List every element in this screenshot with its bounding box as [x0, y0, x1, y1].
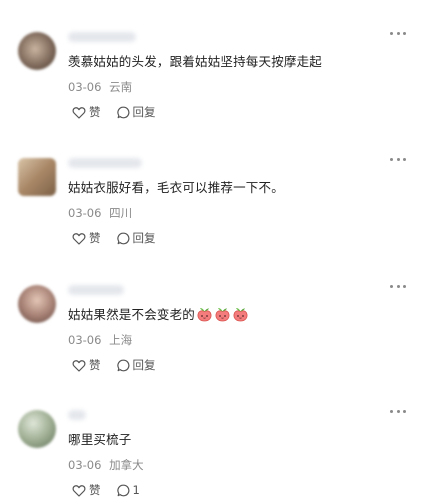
comment-meta: 03-06 加拿大	[68, 457, 144, 473]
more-dots-icon[interactable]	[390, 408, 406, 414]
comment-location: 四川	[109, 206, 133, 220]
more-dots-icon[interactable]	[390, 283, 406, 289]
comment-text: 姑姑衣服好看，毛衣可以推荐一下不。	[68, 180, 284, 195]
comment-meta: 03-06 云南	[68, 79, 132, 95]
username-blurred[interactable]	[68, 285, 124, 295]
like-button[interactable]: 赞	[72, 104, 101, 120]
reply-button[interactable]: 回复	[116, 104, 156, 120]
comment-actions: 赞 1	[72, 482, 156, 498]
peach-emoji	[215, 308, 230, 322]
comment-date: 03-06	[68, 333, 102, 347]
avatar[interactable]	[18, 32, 56, 70]
reply-label: 回复	[132, 358, 156, 372]
reply-count: 1	[132, 483, 140, 497]
username-blurred[interactable]	[68, 410, 86, 420]
comment-actions: 赞 回复	[72, 230, 172, 246]
comment-location: 上海	[109, 333, 133, 347]
comment-text: 哪里买梳子	[68, 432, 132, 447]
comment-actions: 赞 回复	[72, 357, 172, 373]
peach-emoji	[233, 308, 248, 322]
comment-date: 03-06	[68, 80, 102, 94]
heart-outline-icon	[72, 232, 86, 245]
more-dots-icon[interactable]	[390, 156, 406, 162]
like-button[interactable]: 赞	[72, 357, 101, 373]
more-dots-icon[interactable]	[390, 30, 406, 36]
like-label: 赞	[89, 231, 101, 245]
comment-content: 姑姑果然是不会变老的	[68, 304, 249, 323]
like-label: 赞	[89, 358, 101, 372]
comment-list: 羡慕姑姑的头发，跟着姑姑坚持每天按摩走起 03-06 云南 赞 回复 姑姑衣服好…	[0, 0, 428, 503]
speech-bubble-icon	[116, 484, 129, 496]
heart-outline-icon	[72, 484, 86, 497]
comment-date: 03-06	[68, 206, 102, 220]
comment-location: 云南	[109, 80, 133, 94]
comment-meta: 03-06 四川	[68, 205, 132, 221]
avatar[interactable]	[18, 410, 56, 448]
heart-outline-icon	[72, 359, 86, 372]
comment-location: 加拿大	[109, 458, 144, 472]
speech-bubble-icon	[116, 106, 129, 118]
reply-button[interactable]: 回复	[116, 357, 156, 373]
username-blurred[interactable]	[68, 158, 142, 168]
comment-date: 03-06	[68, 458, 102, 472]
avatar[interactable]	[18, 158, 56, 196]
heart-outline-icon	[72, 106, 86, 119]
reply-label: 回复	[132, 231, 156, 245]
speech-bubble-icon	[116, 359, 129, 371]
peach-emoji	[197, 308, 212, 322]
like-label: 赞	[89, 483, 101, 497]
like-button[interactable]: 赞	[72, 482, 101, 498]
avatar[interactable]	[18, 285, 56, 323]
speech-bubble-icon	[116, 232, 129, 244]
reply-label: 回复	[132, 105, 156, 119]
comment-actions: 赞 回复	[72, 104, 172, 120]
reply-button[interactable]: 1	[116, 483, 140, 497]
username-blurred[interactable]	[68, 32, 136, 42]
comment-meta: 03-06 上海	[68, 332, 132, 348]
comment-text: 羡慕姑姑的头发，跟着姑姑坚持每天按摩走起	[68, 54, 323, 69]
like-button[interactable]: 赞	[72, 230, 101, 246]
reply-button[interactable]: 回复	[116, 230, 156, 246]
like-label: 赞	[89, 105, 101, 119]
comment-text: 姑姑果然是不会变老的	[68, 307, 196, 322]
